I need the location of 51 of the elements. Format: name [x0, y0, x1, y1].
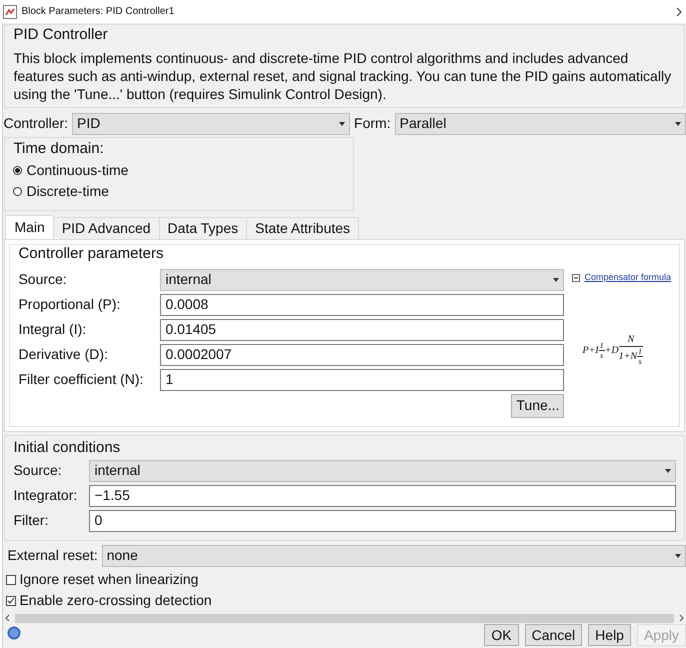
- source-dropdown[interactable]: internal: [89, 460, 676, 482]
- input-field[interactable]: 0: [89, 510, 676, 532]
- radio-button[interactable]: [13, 187, 22, 196]
- compensator-formula-link[interactable]: Compensator formula: [584, 270, 671, 284]
- tab[interactable]: Main: [5, 215, 54, 240]
- caret-icon: [339, 122, 346, 126]
- dialog-button[interactable]: Help: [588, 624, 631, 646]
- tune-button[interactable]: Tune...: [511, 394, 564, 418]
- form-dropdown[interactable]: Parallel: [394, 112, 686, 135]
- section-title: Initial conditions: [13, 438, 122, 458]
- caret-icon: [675, 122, 681, 126]
- radio-option[interactable]: Continuous-time: [13, 160, 346, 182]
- block-name: PID Controller: [13, 25, 109, 46]
- block-description: This block implements continuous- and discrete-time PID control algorithms and includes advanced features such as anti-windup, external reset, and signal tracking. You can tune the PID gains automatically using the 'Tune...' button (requires Simulink Control Design).: [13, 48, 672, 103]
- section-title: Controller parameters: [18, 244, 165, 264]
- controller-dropdown[interactable]: PID: [72, 112, 350, 135]
- collapse-icon[interactable]: [572, 274, 580, 282]
- field-label: Filter coefficient (N):: [18, 370, 144, 390]
- window-title: Block Parameters: PID Controller1: [21, 5, 174, 20]
- field-label: Derivative (D):: [18, 345, 109, 364]
- field-label: Integral (I):: [18, 320, 88, 340]
- field-label: Filter:: [13, 511, 50, 530]
- radio-button[interactable]: [13, 166, 22, 176]
- checkbox-label[interactable]: Enable zero-crossing detection: [19, 590, 212, 612]
- field-label: Integrator:: [13, 486, 78, 506]
- caret-icon: [665, 468, 671, 473]
- dialog-button[interactable]: OK: [484, 624, 519, 646]
- checkbox-label[interactable]: Ignore reset when linearizing: [19, 569, 198, 590]
- dialog-button[interactable]: Cancel: [524, 624, 582, 646]
- radio-option[interactable]: Discrete-time: [13, 181, 346, 202]
- tab[interactable]: State Attributes: [246, 217, 360, 240]
- field-label: Proportional (P):: [18, 295, 122, 314]
- caret-icon: [675, 554, 681, 558]
- field-label: Source:: [13, 461, 63, 480]
- controller-label: Controller:: [3, 114, 70, 134]
- horizontal-scrollbar[interactable]: [3, 612, 686, 624]
- external-reset-dropdown[interactable]: none: [102, 544, 686, 567]
- source-dropdown[interactable]: internal: [160, 268, 564, 291]
- form-label: Form:: [353, 114, 392, 134]
- input-field[interactable]: 0.01405: [160, 318, 564, 341]
- checkbox[interactable]: [6, 596, 16, 606]
- help-icon[interactable]: [7, 626, 22, 640]
- external-reset-label: External reset:: [7, 546, 99, 566]
- input-field[interactable]: 0.0008: [160, 294, 564, 316]
- input-field[interactable]: −1.55: [89, 484, 676, 507]
- input-field[interactable]: 1: [160, 368, 564, 391]
- input-field[interactable]: 0.0002007: [160, 344, 564, 366]
- time-domain-title: Time domain:: [13, 139, 105, 160]
- checkbox[interactable]: [6, 574, 16, 585]
- field-label: Source:: [18, 270, 68, 290]
- caret-icon: [553, 278, 560, 282]
